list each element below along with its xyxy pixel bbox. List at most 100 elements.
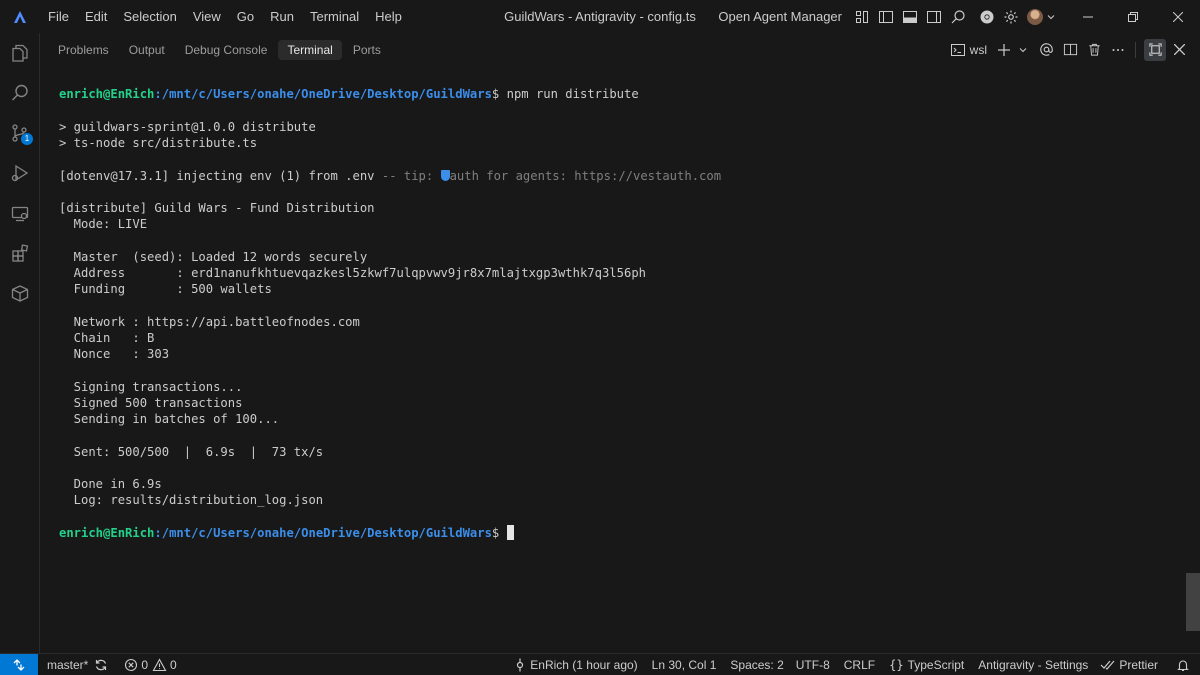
bell-icon <box>1177 660 1189 672</box>
double-check-icon <box>1100 660 1115 670</box>
menu-go[interactable]: Go <box>229 0 262 33</box>
menu-file[interactable]: File <box>40 0 77 33</box>
run-debug-icon[interactable] <box>0 153 40 193</box>
tab-problems[interactable]: Problems <box>49 40 118 60</box>
terminal-cursor <box>506 525 514 540</box>
tab-output[interactable]: Output <box>120 40 174 60</box>
close-panel-icon[interactable] <box>1168 39 1190 61</box>
notifications-bell[interactable] <box>1170 654 1196 675</box>
problems-indicator[interactable]: 0 0 <box>118 654 182 675</box>
remote-indicator[interactable] <box>0 653 38 675</box>
extensions-icon[interactable] <box>0 233 40 273</box>
close-button[interactable] <box>1155 0 1200 33</box>
menu-view[interactable]: View <box>185 0 229 33</box>
menu-edit[interactable]: Edit <box>77 0 115 33</box>
error-icon <box>125 658 138 671</box>
terminal-scrollbar[interactable] <box>1186 573 1200 631</box>
command-prompt-line: enrich@EnRich:/mnt/c/Users/onahe/OneDriv… <box>59 525 514 541</box>
git-blame-text: EnRich (1 hour ago) <box>530 658 638 672</box>
prompt-suffix: $ <box>491 526 507 540</box>
toggle-primary-sidebar-icon[interactable] <box>875 6 897 28</box>
dotenv-tip-prefix: -- tip: <box>381 169 441 183</box>
warning-count: 0 <box>170 657 177 672</box>
output-line: [distribute] Guild Wars - Fund Distribut… <box>59 201 375 215</box>
mention-icon[interactable] <box>1035 39 1057 61</box>
shield-icon <box>440 170 450 181</box>
git-blame-indicator[interactable]: EnRich (1 hour ago) <box>508 654 643 675</box>
avatar <box>1026 8 1043 25</box>
trash-icon[interactable] <box>1083 39 1105 61</box>
output-line: Mode: LIVE <box>59 217 148 231</box>
panel-header: Problems Output Debug Console Terminal P… <box>40 33 1200 66</box>
split-terminal-icon[interactable] <box>1059 39 1081 61</box>
dotenv-line: [dotenv@17.3.1] injecting env (1) from .… <box>59 168 721 184</box>
open-agent-manager-button[interactable]: Open Agent Manager <box>718 9 842 24</box>
tab-ports[interactable]: Ports <box>344 40 390 60</box>
output-line: Address : erd1nanufkhtuevqazkesl5zkwf7ul… <box>59 266 646 280</box>
prettier-label: Prettier <box>1119 658 1158 672</box>
status-bar: master* 0 0 EnRich (1 hour ago) Ln 30, C… <box>0 653 1200 675</box>
minimize-button[interactable] <box>1065 0 1110 33</box>
menu-run[interactable]: Run <box>262 0 302 33</box>
chevron-down-icon[interactable] <box>1017 39 1029 61</box>
warning-icon <box>152 657 167 671</box>
eol-indicator[interactable]: CRLF <box>838 654 881 675</box>
sync-icon <box>96 659 107 670</box>
menu-selection[interactable]: Selection <box>115 0 184 33</box>
language-mode[interactable]: {} TypeScript <box>883 654 970 675</box>
browser-icon[interactable] <box>976 6 998 28</box>
output-line: Chain : B <box>59 331 155 345</box>
customize-layout-icon[interactable] <box>851 6 873 28</box>
remote-explorer-icon[interactable] <box>0 193 40 233</box>
divider <box>1135 41 1136 58</box>
tab-terminal[interactable]: Terminal <box>278 39 342 60</box>
branch-name: master* <box>47 657 89 672</box>
terminal-output[interactable]: enrich@EnRich:/mnt/c/Users/onahe/OneDriv… <box>40 66 1200 653</box>
terminal-profile-button[interactable]: wsl <box>950 42 987 58</box>
more-actions-icon[interactable] <box>1107 39 1129 61</box>
encoding-indicator[interactable]: UTF-8 <box>790 654 836 675</box>
output-line: Master (seed): Loaded 12 words securely <box>59 250 368 264</box>
toggle-panel-icon[interactable] <box>899 6 921 28</box>
settings-gear-icon[interactable] <box>1000 6 1022 28</box>
title-bar: File Edit Selection View Go Run Terminal… <box>0 0 1200 33</box>
antigravity-logo-icon <box>0 0 40 33</box>
settings-indicator[interactable]: Antigravity - Settings <box>972 654 1094 675</box>
command-prompt-line: enrich@EnRich:/mnt/c/Users/onahe/OneDriv… <box>59 86 639 102</box>
menu-terminal[interactable]: Terminal <box>302 0 367 33</box>
chevron-down-icon <box>1047 14 1054 19</box>
branch-indicator[interactable]: master* <box>41 654 114 675</box>
prompt-path: :/mnt/c/Users/onahe/OneDrive/Desktop/Gui… <box>154 526 492 540</box>
activity-bar: 1 <box>0 33 40 653</box>
error-count: 0 <box>141 657 149 672</box>
new-terminal-icon[interactable] <box>993 39 1015 61</box>
prompt-user: enrich@EnRich <box>59 526 155 540</box>
entered-command: npm run distribute <box>506 87 639 101</box>
source-control-icon[interactable]: 1 <box>0 113 40 153</box>
status-bar-right: EnRich (1 hour ago) Ln 30, Col 1 Spaces:… <box>508 654 1200 675</box>
output-line: Log: results/distribution_log.json <box>59 493 324 507</box>
menu-help[interactable]: Help <box>367 0 410 33</box>
output-line: Done in 6.9s <box>59 477 162 491</box>
dotenv-tip-text: auth for agents: https://vestauth.com <box>449 169 722 183</box>
output-line: Signing transactions... <box>59 380 243 394</box>
prettier-indicator[interactable]: Prettier <box>1094 654 1164 675</box>
tab-debug-console[interactable]: Debug Console <box>176 40 277 60</box>
search-icon[interactable] <box>947 6 969 28</box>
indentation-indicator[interactable]: Spaces: 2 <box>724 654 789 675</box>
cursor-position[interactable]: Ln 30, Col 1 <box>646 654 723 675</box>
output-line: Nonce : 303 <box>59 347 170 361</box>
restore-button[interactable] <box>1110 0 1155 33</box>
output-line: Network : https://api.battleofnodes.com <box>59 315 360 329</box>
output-line: Sent: 500/500 | 6.9s | 73 tx/s <box>59 445 324 459</box>
script-line: > ts-node src/distribute.ts <box>59 136 258 150</box>
maximize-panel-icon[interactable] <box>1144 38 1166 61</box>
search-icon[interactable] <box>0 73 40 113</box>
account-avatar[interactable] <box>1024 6 1058 28</box>
explorer-icon[interactable] <box>0 33 40 73</box>
terminal-profile-label: wsl <box>969 42 987 57</box>
prompt-path: :/mnt/c/Users/onahe/OneDrive/Desktop/Gui… <box>154 87 492 101</box>
box-icon[interactable] <box>0 273 40 313</box>
dotenv-main: [dotenv@17.3.1] injecting env (1) from .… <box>59 169 382 183</box>
toggle-secondary-sidebar-icon[interactable] <box>923 6 945 28</box>
